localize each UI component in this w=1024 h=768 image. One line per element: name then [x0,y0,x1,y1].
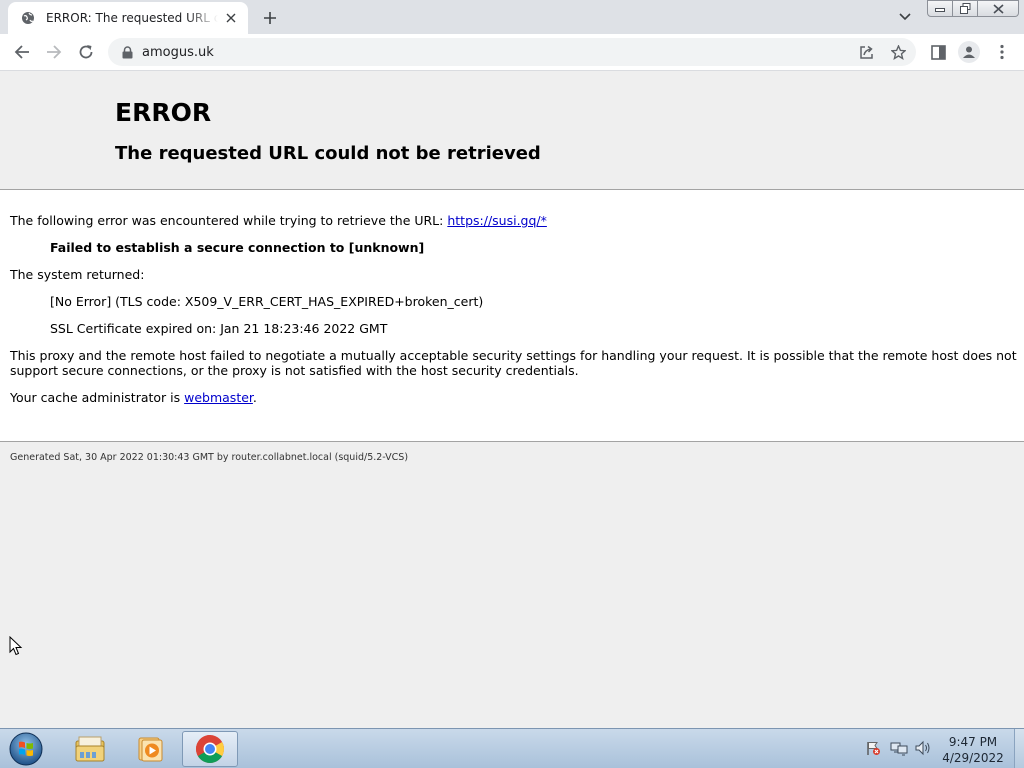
restore-icon [959,3,970,14]
mouse-cursor-icon [9,636,23,656]
browser-toolbar: amogus.uk [0,34,1024,71]
menu-button[interactable] [990,40,1014,64]
intro-line: The following error was encountered whil… [10,213,547,228]
back-button[interactable] [10,40,34,64]
close-window-button[interactable] [977,0,1019,17]
file-explorer-icon [75,736,105,762]
admin-suffix: . [252,390,257,405]
tab-close-icon[interactable] [222,9,240,27]
globe-icon [20,10,36,26]
forward-button[interactable] [42,40,66,64]
share-icon[interactable] [856,42,876,62]
action-center-flag-icon[interactable] [863,737,883,759]
admin-line: Your cache administrator is webmaster. [10,390,257,405]
page-title: ERROR [115,98,212,127]
error-body: The following error was encountered whil… [0,190,1024,442]
chrome-icon [196,735,224,763]
reload-button[interactable] [74,40,98,64]
kebab-menu-icon [1000,44,1004,60]
profile-icon [963,46,975,58]
tab-title: ERROR: The requested URL could not be re… [46,11,218,25]
explanation-line-2: support secure connections, or the proxy… [10,363,579,378]
volume-icon[interactable] [913,737,933,759]
webmaster-link[interactable]: webmaster [184,390,253,405]
tab-search-button[interactable] [895,8,915,26]
taskbar-clock[interactable]: 9:47 PM 4/29/2022 [936,734,1010,766]
tls-error-text: [No Error] (TLS code: X509_V_ERR_CERT_HA… [50,294,484,309]
taskbar: 9:47 PM 4/29/2022 [0,728,1024,768]
generated-footer: Generated Sat, 30 Apr 2022 01:30:43 GMT … [10,452,409,463]
star-icon[interactable] [888,42,908,62]
network-icon[interactable] [889,737,909,759]
taskbar-chrome[interactable] [182,731,238,767]
admin-prefix: Your cache administrator is [10,390,185,405]
explanation-line-1: This proxy and the remote host failed to… [10,348,1017,363]
close-icon [992,3,1004,14]
start-button[interactable] [6,731,46,767]
taskbar-media-player[interactable] [122,731,178,767]
taskbar-explorer[interactable] [62,731,118,767]
browser-tab[interactable]: ERROR: The requested URL could not be re… [8,2,248,34]
back-arrow-icon [14,45,29,59]
system-returned-label: The system returned: [10,267,145,282]
minimize-button[interactable] [927,0,953,17]
windows-start-icon [9,732,43,766]
clock-date: 4/29/2022 [942,751,1004,765]
chevron-down-icon [899,13,911,21]
reload-icon [79,45,93,59]
error-header: ERROR The requested URL could not be ret… [0,71,1024,190]
clock-time: 9:47 PM [948,735,998,749]
side-panel-button[interactable] [926,40,950,64]
minimize-icon [935,7,945,12]
failure-message: Failed to establish a secure connection … [50,240,425,255]
address-bar[interactable]: amogus.uk [108,38,916,66]
intro-text: The following error was encountered whil… [10,213,448,228]
restore-button[interactable] [952,0,978,17]
lock-icon[interactable] [120,45,134,59]
tab-strip: ERROR: The requested URL could not be re… [0,0,1024,34]
plus-icon [264,12,276,24]
show-desktop-button[interactable] [1014,729,1024,768]
page-content: ERROR The requested URL could not be ret… [0,71,1024,728]
side-panel-icon [930,44,946,60]
error-url-link[interactable]: https://susi.gq/* [447,213,547,228]
media-player-icon [138,737,163,762]
new-tab-button[interactable] [259,7,281,29]
url-text[interactable]: amogus.uk [142,45,214,60]
profile-avatar-button[interactable] [958,41,980,63]
forward-arrow-icon [47,45,62,59]
ssl-expiry-text: SSL Certificate expired on: Jan 21 18:23… [50,321,388,336]
page-subtitle: The requested URL could not be retrieved [115,143,541,164]
